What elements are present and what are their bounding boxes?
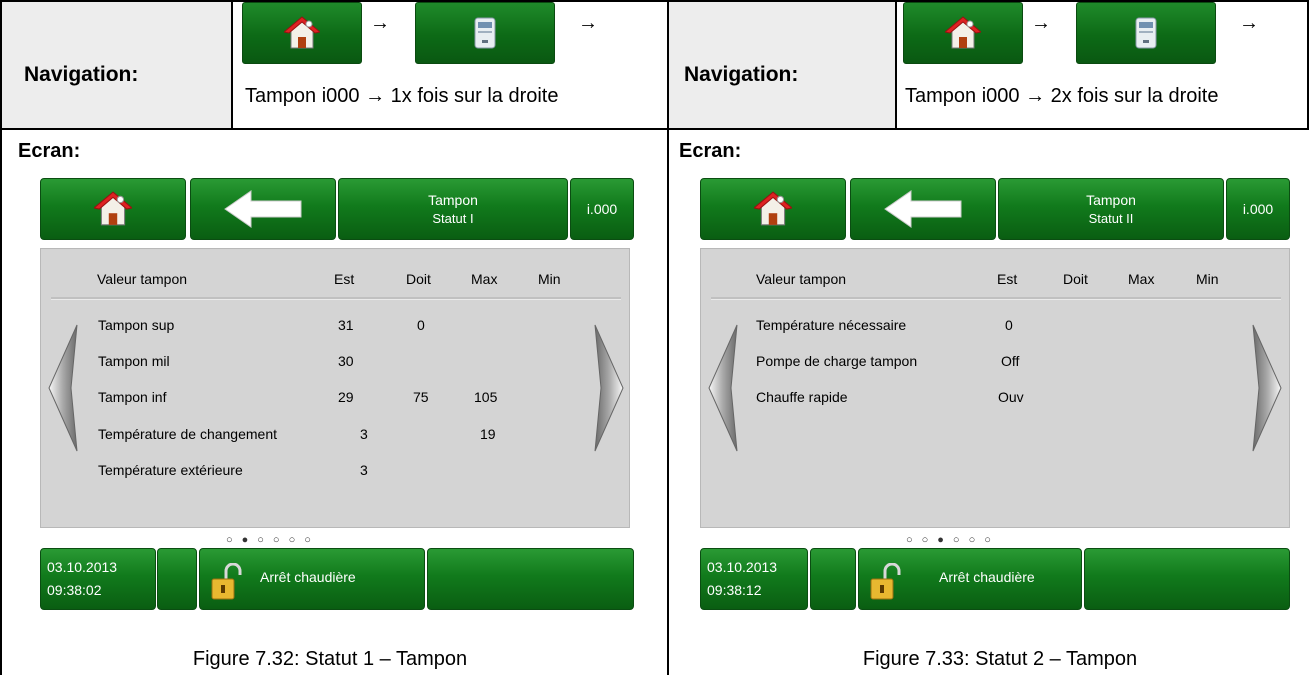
chevron-left-icon[interactable] — [45, 323, 81, 453]
nav-arrow-1-left: → — [370, 12, 390, 34]
row-est: 3 — [360, 462, 368, 478]
row-label: Tampon sup — [98, 317, 175, 333]
nav-arrow-1-right: → — [1031, 12, 1051, 34]
date: 03.10.2013 — [707, 559, 778, 575]
padlock-unlocked-icon — [211, 563, 242, 600]
status-button[interactable]: Arrêt chaudière — [858, 548, 1082, 610]
status-panel: Valeur tampon Est Doit Max Min Températu… — [700, 248, 1290, 528]
screen-label-right: Ecran: — [679, 140, 742, 162]
frame-inner-left — [231, 0, 233, 130]
blank-button[interactable] — [810, 548, 856, 610]
boiler-status: Arrêt chaudière — [260, 569, 356, 585]
row-label: Température extérieure — [98, 462, 243, 478]
row-est: 0 — [1005, 317, 1013, 333]
blank-button[interactable] — [157, 548, 197, 610]
screen-title-line2: Statut II — [1088, 211, 1134, 226]
header-est: Est — [997, 271, 1018, 287]
nav-label-left: Navigation: — [24, 63, 139, 86]
header-min: Min — [1196, 271, 1219, 287]
home-icon — [284, 16, 320, 49]
info-code: i.000 — [586, 201, 618, 217]
home-button[interactable] — [700, 178, 846, 240]
row-est: 30 — [338, 353, 354, 369]
header-separator — [51, 297, 621, 300]
row-est: Ouv — [998, 389, 1024, 405]
datetime-display: 03.10.2013 09:38:12 — [700, 548, 808, 610]
screen-title-line2: Statut I — [432, 211, 474, 226]
frame-inner-right — [895, 0, 897, 130]
header-doit: Doit — [1063, 271, 1088, 287]
nav-label-right: Navigation: — [684, 63, 799, 86]
home-icon — [754, 191, 792, 226]
info-code: i.000 — [1242, 201, 1274, 217]
nav-arrow-2-left: → — [578, 12, 598, 34]
header-min: Min — [538, 271, 561, 287]
time: 09:38:12 — [707, 582, 762, 598]
row-max: 19 — [480, 426, 496, 442]
chevron-right-icon[interactable] — [591, 323, 627, 453]
screen-title-line1: Tampon — [1086, 192, 1136, 208]
empty-wide-button[interactable] — [1084, 548, 1290, 610]
boiler-icon — [1135, 17, 1157, 49]
back-arrow-icon — [224, 190, 302, 228]
datetime-display: 03.10.2013 09:38:02 — [40, 548, 156, 610]
status-button[interactable]: Arrêt chaudière — [199, 548, 425, 610]
figure-caption-right: Figure 7.33: Statut 2 – Tampon — [862, 648, 1138, 670]
boiler-status: Arrêt chaudière — [939, 569, 1035, 585]
header-label: Valeur tampon — [97, 271, 188, 287]
row-label: Température nécessaire — [756, 317, 907, 333]
back-arrow-icon — [884, 190, 962, 228]
row-est: Off — [1001, 353, 1020, 369]
nav-home-button-left[interactable] — [242, 2, 362, 64]
nav-home-button-right[interactable] — [903, 2, 1023, 64]
page-indicator: ○●○○○○ — [226, 534, 320, 546]
screen-title-line1: Tampon — [428, 192, 478, 208]
row-label: Tampon mil — [98, 353, 170, 369]
device-screen-right: Tampon Statut II i.000 Valeur tampon Est… — [700, 178, 1294, 648]
row-doit: 0 — [417, 317, 425, 333]
status-panel: Valeur tampon Est Doit Max Min Tampon su… — [40, 248, 630, 528]
header-max: Max — [1128, 271, 1155, 287]
back-button[interactable] — [850, 178, 996, 240]
row-label: Pompe de charge tampon — [756, 353, 918, 369]
row-label: Chauffe rapide — [756, 389, 848, 405]
header-max: Max — [471, 271, 498, 287]
title-button: Tampon Statut I — [338, 178, 568, 240]
row-max: 105 — [474, 389, 498, 405]
padlock-unlocked-icon — [870, 563, 901, 600]
nav-arrow-2-right: → — [1239, 12, 1259, 34]
home-button[interactable] — [40, 178, 186, 240]
info-code-button[interactable]: i.000 — [1226, 178, 1290, 240]
screen-label-left: Ecran: — [18, 140, 81, 162]
row-label: Tampon inf — [98, 389, 167, 405]
header-label: Valeur tampon — [756, 271, 847, 287]
date: 03.10.2013 — [47, 559, 118, 575]
nav-path-left: Tampon i000 → 1x fois sur la droite — [245, 85, 559, 107]
back-button[interactable] — [190, 178, 336, 240]
header-est: Est — [334, 271, 355, 287]
home-icon — [94, 191, 132, 226]
nav-storage-button-left[interactable] — [415, 2, 555, 64]
row-est: 3 — [360, 426, 368, 442]
boiler-icon — [474, 17, 496, 49]
time: 09:38:02 — [47, 582, 102, 598]
nav-path-right: Tampon i000 → 2x fois sur la droite — [905, 85, 1219, 107]
chevron-left-icon[interactable] — [705, 323, 741, 453]
frame-row-sep — [0, 128, 1309, 130]
row-doit: 75 — [413, 389, 429, 405]
home-icon — [945, 16, 981, 49]
figure-caption-left: Figure 7.32: Statut 1 – Tampon — [192, 648, 468, 670]
row-label: Température de changement — [98, 426, 277, 442]
title-button: Tampon Statut II — [998, 178, 1224, 240]
header-doit: Doit — [406, 271, 431, 287]
chevron-right-icon[interactable] — [1249, 323, 1285, 453]
info-code-button[interactable]: i.000 — [570, 178, 634, 240]
header-separator — [711, 297, 1281, 300]
nav-storage-button-right[interactable] — [1076, 2, 1216, 64]
page-indicator: ○○●○○○ — [906, 534, 1000, 546]
row-est: 31 — [338, 317, 354, 333]
empty-wide-button[interactable] — [427, 548, 634, 610]
row-est: 29 — [338, 389, 354, 405]
device-screen-left: Tampon Statut I i.000 Valeur tampon Est … — [40, 178, 634, 648]
